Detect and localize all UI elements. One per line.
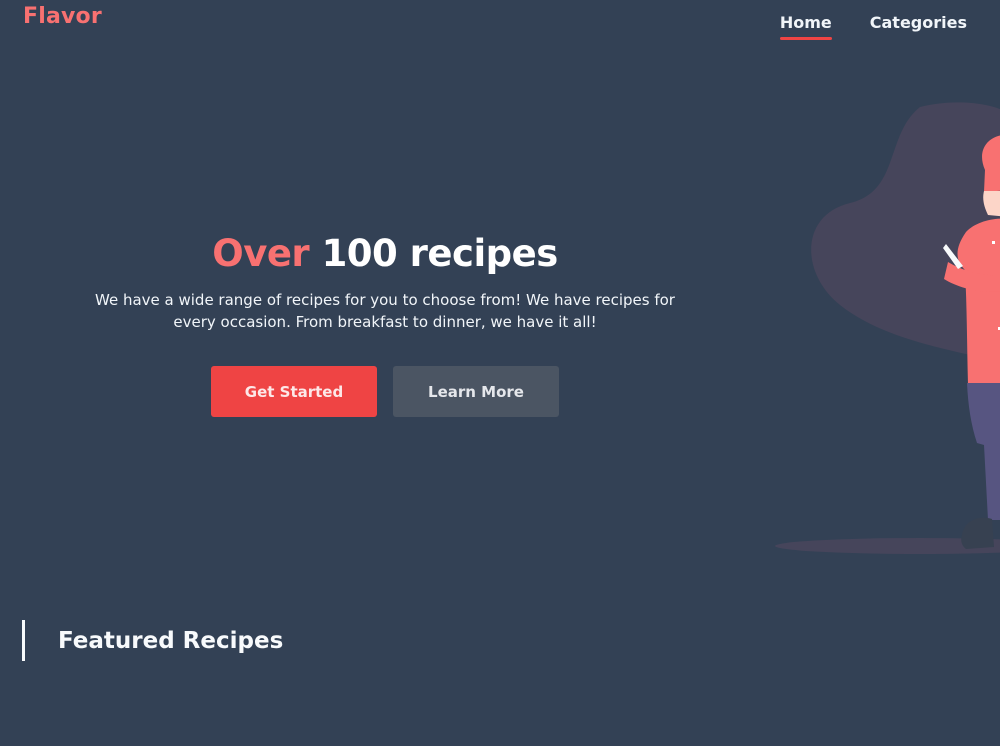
get-started-button[interactable]: Get Started: [211, 366, 377, 417]
chef-illustration: [775, 102, 1000, 554]
hero-title-rest: 100 recipes: [321, 232, 559, 275]
learn-more-button[interactable]: Learn More: [393, 366, 559, 417]
chef-shoe: [961, 517, 994, 549]
nav-item-home[interactable]: Home: [779, 13, 832, 40]
hero-title-accent: Over: [212, 232, 310, 275]
main-nav: Home Categories: [779, 13, 967, 40]
hero-section: Over 100 recipes We have a wide range of…: [75, 232, 695, 417]
chef-pants: [967, 383, 1000, 520]
nav-item-categories[interactable]: Categories: [870, 13, 967, 38]
chef-buttons: [992, 241, 995, 244]
hero-description: We have a wide range of recipes for you …: [95, 291, 675, 331]
brand-logo[interactable]: Flavor: [23, 4, 102, 29]
featured-recipes-section: Featured Recipes: [22, 620, 283, 661]
hero-buttons: Get Started Learn More: [75, 366, 695, 417]
featured-recipes-title: Featured Recipes: [58, 627, 284, 654]
hero-title: Over 100 recipes: [75, 232, 695, 275]
